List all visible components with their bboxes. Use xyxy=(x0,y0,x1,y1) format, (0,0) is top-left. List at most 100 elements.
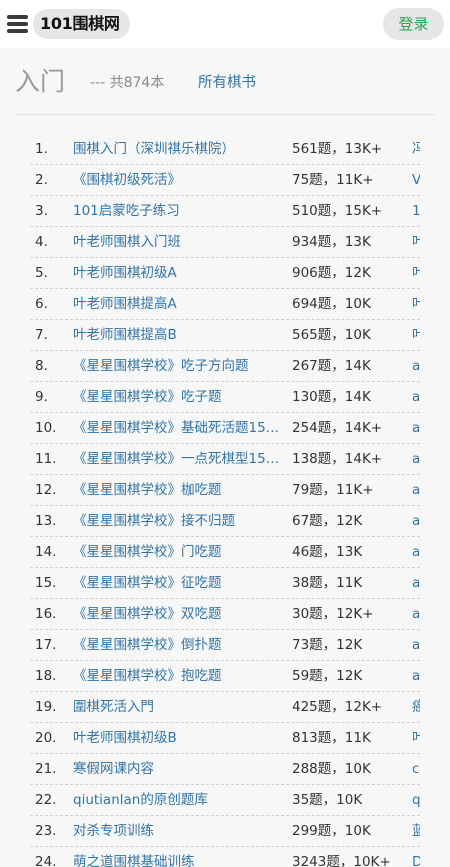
book-row: 6. 叶老师围棋提高A 694题，10K 叶 xyxy=(30,289,420,320)
book-stats: 254题，14K+ xyxy=(292,420,383,436)
book-author-link[interactable]: 1 xyxy=(412,196,420,227)
book-row: 2. 《围棋初级死活》 75题，11K+ V xyxy=(30,165,420,196)
hamburger-menu-icon[interactable] xyxy=(7,15,28,33)
top-navbar: 101围棋网 登录 xyxy=(0,0,450,48)
book-title-link[interactable]: 《星星围棋学校》倒扑题 xyxy=(73,630,289,661)
book-list: 1. 围棋入门（深圳祺乐棋院） 561题，13K+ 冯 2. 《围棋初级死活》 75题，11… xyxy=(30,134,420,867)
book-title-link[interactable]: 《围棋初级死活》 xyxy=(73,165,289,196)
book-row: 23. 对杀专项训练 299题，10K 蓝 xyxy=(30,816,420,847)
book-row: 3. 101启蒙吃子练习 510题，15K+ 1 xyxy=(30,196,420,227)
book-stats: 3243题，10K+ xyxy=(292,854,391,867)
all-books-link[interactable]: 所有棋书 xyxy=(198,73,256,93)
book-title-link[interactable]: 叶老师围棋初级B xyxy=(73,723,289,754)
book-number: 13. xyxy=(35,513,57,529)
book-row: 15. 《星星围棋学校》征吃题 38题，11K a xyxy=(30,568,420,599)
book-stats: 267题，14K xyxy=(292,358,371,374)
book-author-link[interactable]: c xyxy=(412,754,420,785)
book-title-link[interactable]: 《星星围棋学校》征吃题 xyxy=(73,568,289,599)
book-author-link[interactable]: D xyxy=(412,847,420,867)
book-author-link[interactable]: V xyxy=(412,165,420,196)
book-number: 5. xyxy=(35,265,48,281)
book-number: 10. xyxy=(35,420,57,436)
book-row: 19. 圍棋死活入門 425题，12K+ 癌 xyxy=(30,692,420,723)
book-stats: 46题，13K xyxy=(292,544,363,560)
book-author-link[interactable]: a xyxy=(412,351,420,382)
book-stats: 138题，14K+ xyxy=(292,451,383,467)
book-row: 10. 《星星围棋学校》基础死活题15… 254题，14K+ a xyxy=(30,413,420,444)
book-number: 24. xyxy=(35,854,57,867)
site-logo[interactable]: 101围棋网 xyxy=(33,9,130,39)
book-row: 16. 《星星围棋学校》双吃题 30题，12K+ a xyxy=(30,599,420,630)
book-author-link[interactable]: 叶 xyxy=(412,320,420,351)
book-row: 7. 叶老师围棋提高B 565题，10K 叶 xyxy=(30,320,420,351)
book-stats: 565题，10K xyxy=(292,327,371,343)
book-title-link[interactable]: 《星星围棋学校》门吃题 xyxy=(73,537,289,568)
book-number: 7. xyxy=(35,327,48,343)
book-row: 22. qiutianlan的原创题库 35题，10K q xyxy=(30,785,420,816)
book-number: 22. xyxy=(35,792,57,808)
book-stats: 59题，12K xyxy=(292,668,363,684)
book-row: 11. 《星星围棋学校》一点死棋型15… 138题，14K+ a xyxy=(30,444,420,475)
book-title-link[interactable]: 圍棋死活入門 xyxy=(73,692,289,723)
book-title-link[interactable]: 《星星围棋学校》吃子方向题 xyxy=(73,351,289,382)
book-stats: 35题，10K xyxy=(292,792,363,808)
book-row: 8. 《星星围棋学校》吃子方向题 267题，14K a xyxy=(30,351,420,382)
book-author-link[interactable]: 蓝 xyxy=(412,816,420,847)
book-stats: 694题，10K xyxy=(292,296,371,312)
book-author-link[interactable]: 叶 xyxy=(412,289,420,320)
book-author-link[interactable]: a xyxy=(412,537,420,568)
book-author-link[interactable]: 叶 xyxy=(412,227,420,258)
book-title-link[interactable]: 围棋入门（深圳祺乐棋院） xyxy=(73,134,289,165)
book-author-link[interactable]: a xyxy=(412,475,420,506)
page-title: 入门 xyxy=(15,67,66,96)
book-stats: 79题，11K+ xyxy=(292,482,374,498)
book-number: 16. xyxy=(35,606,57,622)
book-title-link[interactable]: 叶老师围棋提高B xyxy=(73,320,289,351)
book-author-link[interactable]: 冯 xyxy=(412,134,420,165)
book-row: 18. 《星星围棋学校》抱吃题 59题，12K a xyxy=(30,661,420,692)
book-author-link[interactable]: a xyxy=(412,413,420,444)
book-title-link[interactable]: 《星星围棋学校》基础死活题15… xyxy=(73,413,289,444)
book-row: 5. 叶老师围棋初级A 906题，12K 叶 xyxy=(30,258,420,289)
book-stats: 73题，12K xyxy=(292,637,363,653)
book-number: 4. xyxy=(35,234,48,250)
book-number: 9. xyxy=(35,389,48,405)
book-author-link[interactable]: a xyxy=(412,568,420,599)
book-title-link[interactable]: 《星星围棋学校》抱吃题 xyxy=(73,661,289,692)
book-number: 21. xyxy=(35,761,57,777)
book-title-link[interactable]: 《星星围棋学校》枷吃题 xyxy=(73,475,289,506)
book-row: 9. 《星星围棋学校》吃子题 130题，14K a xyxy=(30,382,420,413)
book-title-link[interactable]: 萌之道围棋基础训练 xyxy=(73,847,289,867)
book-author-link[interactable]: a xyxy=(412,661,420,692)
book-author-link[interactable]: q xyxy=(412,785,420,816)
book-number: 8. xyxy=(35,358,48,374)
book-title-link[interactable]: 《星星围棋学校》吃子题 xyxy=(73,382,289,413)
book-row: 21. 寒假网课内容 288题，10K c xyxy=(30,754,420,785)
book-author-link[interactable]: 叶 xyxy=(412,258,420,289)
book-number: 18. xyxy=(35,668,57,684)
book-author-link[interactable]: a xyxy=(412,506,420,537)
book-title-link[interactable]: 《星星围棋学校》接不归题 xyxy=(73,506,289,537)
book-title-link[interactable]: 对杀专项训练 xyxy=(73,816,289,847)
book-title-link[interactable]: 叶老师围棋提高A xyxy=(73,289,289,320)
book-number: 14. xyxy=(35,544,57,560)
book-author-link[interactable]: a xyxy=(412,630,420,661)
book-author-link[interactable]: a xyxy=(412,599,420,630)
book-author-link[interactable]: a xyxy=(412,444,420,475)
book-title-link[interactable]: 叶老师围棋初级A xyxy=(73,258,289,289)
book-title-link[interactable]: 叶老师围棋入门班 xyxy=(73,227,289,258)
book-number: 23. xyxy=(35,823,57,839)
login-button[interactable]: 登录 xyxy=(383,8,444,40)
book-author-link[interactable]: a xyxy=(412,382,420,413)
book-stats: 38题，11K xyxy=(292,575,363,591)
book-number: 19. xyxy=(35,699,57,715)
book-row: 1. 围棋入门（深圳祺乐棋院） 561题，13K+ 冯 xyxy=(30,134,420,165)
book-title-link[interactable]: 《星星围棋学校》双吃题 xyxy=(73,599,289,630)
book-title-link[interactable]: qiutianlan的原创题库 xyxy=(73,785,289,816)
book-title-link[interactable]: 101启蒙吃子练习 xyxy=(73,196,289,227)
book-author-link[interactable]: 癌 xyxy=(412,692,420,723)
book-count: --- 共874本 xyxy=(90,75,165,91)
book-author-link[interactable]: 叶 xyxy=(412,723,420,754)
book-title-link[interactable]: 寒假网课内容 xyxy=(73,754,289,785)
book-title-link[interactable]: 《星星围棋学校》一点死棋型15… xyxy=(73,444,289,475)
